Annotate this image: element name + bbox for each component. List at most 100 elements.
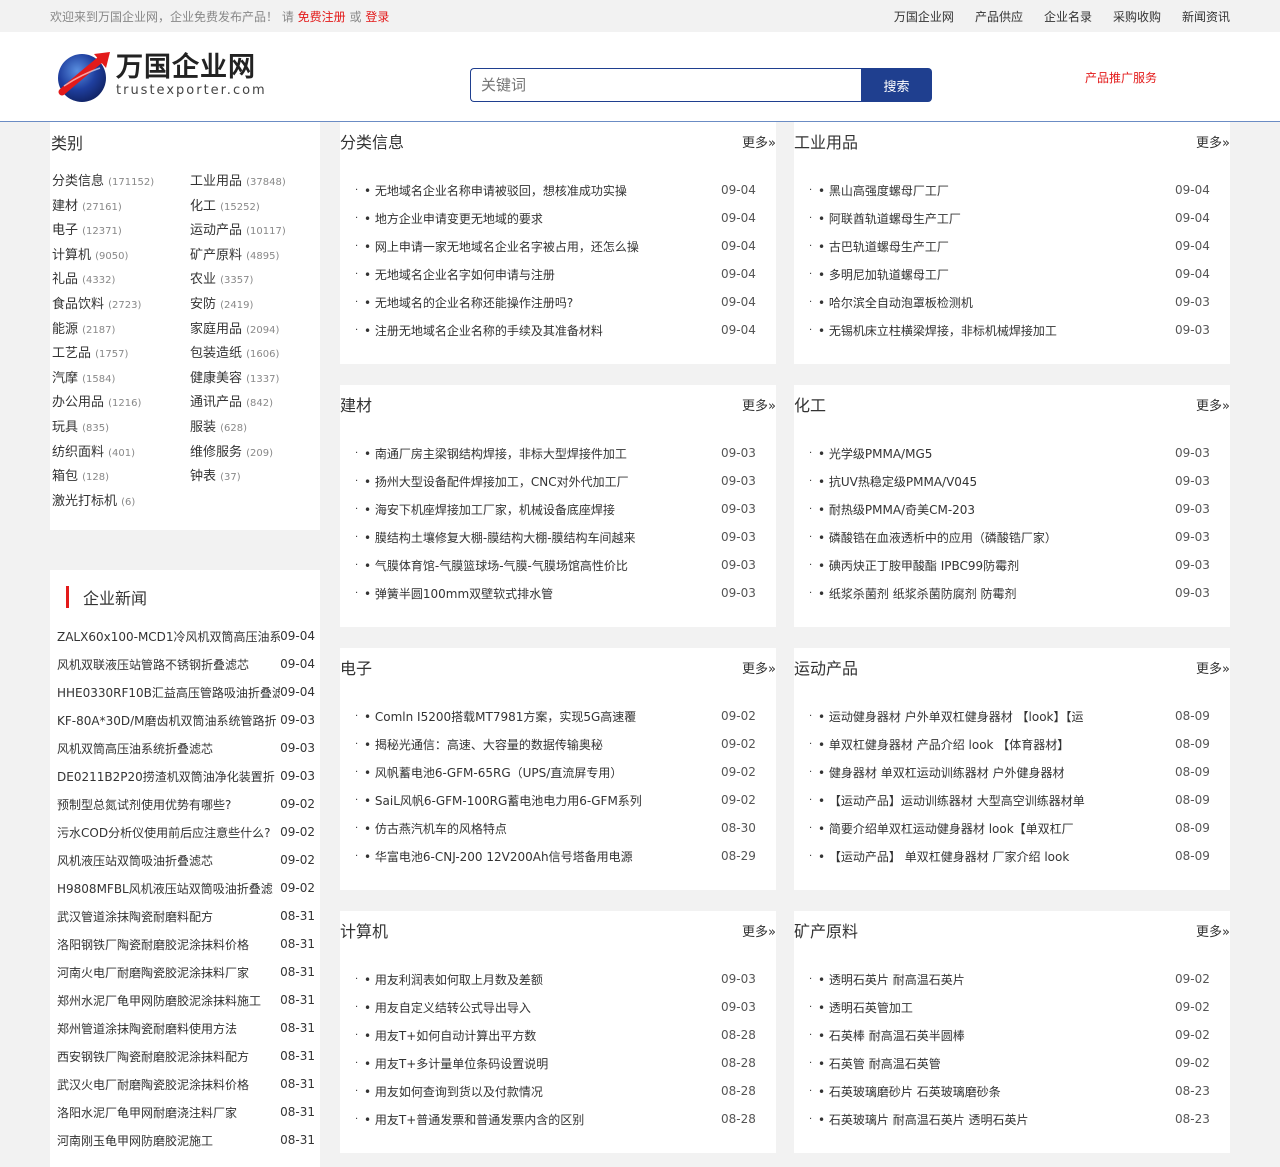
top-nav-link[interactable]: 万国企业网 [894, 8, 954, 25]
panel-item[interactable]: · • 哈尔滨全自动泡罩板检测机 09-03 [794, 288, 1230, 316]
category-item[interactable]: 计算机 (9050) [52, 244, 190, 269]
news-item[interactable]: H9808MFBL风机液压站双筒吸油折叠滤 09-02 [50, 874, 320, 902]
panel-item[interactable]: · • 黑山高强度螺母厂工厂 09-04 [794, 176, 1230, 204]
panel-item[interactable]: · • 气膜体育馆-气膜篮球场-气膜-气膜场馆高性价比 09-03 [340, 551, 776, 579]
panel-item[interactable]: · • 石英玻璃磨砂片 石英玻璃磨砂条 08-23 [794, 1077, 1230, 1105]
news-item[interactable]: KF-80A*30D/M磨齿机双筒油系统管路折 09-03 [50, 706, 320, 734]
category-item[interactable]: 办公用品 (1216) [52, 391, 190, 416]
panel-item[interactable]: · • 用友如何查询到货以及付款情况 08-28 [340, 1077, 776, 1105]
panel-item[interactable]: · • 用友自定义结转公式导出导入 09-03 [340, 993, 776, 1021]
category-item[interactable]: 电子 (12371) [52, 219, 190, 244]
panel-item[interactable]: · • 弹簧半圆100mm双壁软式排水管 09-03 [340, 579, 776, 607]
panel-item[interactable]: · • 地方企业申请变更无地域的要求 09-04 [340, 204, 776, 232]
category-item[interactable]: 矿产原料 (4895) [190, 244, 322, 269]
news-item[interactable]: 洛阳水泥厂龟甲网耐磨浇注料厂家 08-31 [50, 1098, 320, 1126]
category-item[interactable]: 服装 (628) [190, 416, 322, 441]
panel-item[interactable]: · • 透明石英管加工 09-02 [794, 993, 1230, 1021]
panel-item[interactable]: · • 多明尼加轨道螺母工厂 09-04 [794, 260, 1230, 288]
category-item[interactable]: 工业用品 (37848) [190, 170, 322, 195]
promo-service-link[interactable]: 产品推广服务 [1085, 69, 1157, 86]
panel-item[interactable]: · • 用友T+如何自动计算出平方数 08-28 [340, 1021, 776, 1049]
news-item[interactable]: 武汉管道涂抹陶瓷耐磨料配方 08-31 [50, 902, 320, 930]
panel-item[interactable]: · • 透明石英片 耐高温石英片 09-02 [794, 965, 1230, 993]
category-item[interactable]: 礼品 (4332) [52, 268, 190, 293]
panel-item[interactable]: · • 膜结构土壤修复大棚-膜结构大棚-膜结构车间越来 09-03 [340, 523, 776, 551]
login-link[interactable]: 登录 [365, 10, 389, 24]
news-item[interactable]: 河南刚玉龟甲网防磨胶泥施工 08-31 [50, 1126, 320, 1154]
site-logo[interactable]: 万国企业网 trustexporter.com [56, 48, 267, 104]
panel-item[interactable]: · • 南通厂房主梁钢结构焊接，非标大型焊接件加工 09-03 [340, 439, 776, 467]
more-link[interactable]: 更多» [1196, 132, 1230, 151]
category-item[interactable]: 运动产品 (10117) [190, 219, 322, 244]
news-item[interactable]: 风机液压站双筒吸油折叠滤芯 09-02 [50, 846, 320, 874]
register-link[interactable]: 免费注册 [298, 10, 346, 24]
panel-item[interactable]: · • 健身器材 单双杠运动训练器材 户外健身器材 08-09 [794, 758, 1230, 786]
panel-item[interactable]: · • 运动健身器材 户外单双杠健身器材 【look】【运 08-09 [794, 702, 1230, 730]
panel-item[interactable]: · • 阿联酋轨道螺母生产工厂 09-04 [794, 204, 1230, 232]
panel-item[interactable]: · • 古巴轨道螺母生产工厂 09-04 [794, 232, 1230, 260]
panel-item[interactable]: · • 网上申请一家无地域名企业名字被占用，还怎么操 09-04 [340, 232, 776, 260]
panel-item[interactable]: · • 抗UV热稳定级PMMA/V045 09-03 [794, 467, 1230, 495]
panel-item[interactable]: · • 【运动产品】 单双杠健身器材 厂家介绍 look 08-09 [794, 842, 1230, 870]
top-nav-link[interactable]: 新闻资讯 [1182, 8, 1230, 25]
category-item[interactable]: 玩具 (835) [52, 416, 190, 441]
search-input[interactable] [470, 68, 861, 102]
more-link[interactable]: 更多» [1196, 658, 1230, 677]
category-item[interactable]: 汽摩 (1584) [52, 367, 190, 392]
category-item[interactable]: 化工 (15252) [190, 195, 322, 220]
category-item[interactable]: 家庭用品 (2094) [190, 318, 322, 343]
panel-item[interactable]: · • 碘丙炔正丁胺甲酸酯 IPBC99防霉剂 09-03 [794, 551, 1230, 579]
category-item[interactable]: 通讯产品 (842) [190, 391, 322, 416]
panel-item[interactable]: · • 耐热级PMMA/奇美CM-203 09-03 [794, 495, 1230, 523]
panel-item[interactable]: · • 光学级PMMA/MG5 09-03 [794, 439, 1230, 467]
panel-item[interactable]: · • 无地域名企业名称申请被驳回，想核准成功实操 09-04 [340, 176, 776, 204]
more-link[interactable]: 更多» [742, 658, 776, 677]
panel-item[interactable]: · • 石英玻璃片 耐高温石英片 透明石英片 08-23 [794, 1105, 1230, 1133]
panel-item[interactable]: · • 无地域名的企业名称还能操作注册吗? 09-04 [340, 288, 776, 316]
category-item[interactable]: 钟表 (37) [190, 465, 322, 490]
top-nav-link[interactable]: 企业名录 [1044, 8, 1092, 25]
news-item[interactable]: DE0211B2P20捞渣机双筒油净化装置折 09-03 [50, 762, 320, 790]
more-link[interactable]: 更多» [742, 132, 776, 151]
news-item[interactable]: 郑州水泥厂龟甲网防磨胶泥涂抹料施工 08-31 [50, 986, 320, 1014]
category-item[interactable]: 工艺品 (1757) [52, 342, 190, 367]
category-item[interactable]: 能源 (2187) [52, 318, 190, 343]
category-item[interactable]: 纺织面料 (401) [52, 441, 190, 466]
search-button[interactable]: 搜索 [861, 68, 932, 102]
panel-item[interactable]: · • 纸浆杀菌剂 纸浆杀菌防腐剂 防霉剂 09-03 [794, 579, 1230, 607]
panel-item[interactable]: · • 无地域名企业名字如何申请与注册 09-04 [340, 260, 776, 288]
news-item[interactable]: 污水COD分析仪使用前后应注意些什么? 09-02 [50, 818, 320, 846]
category-item[interactable]: 分类信息 (171152) [52, 170, 190, 195]
news-item[interactable]: 洛阳钢铁厂陶瓷耐磨胶泥涂抹料价格 08-31 [50, 930, 320, 958]
panel-item[interactable]: · • 扬州大型设备配件焊接加工，CNC对外代加工厂 09-03 [340, 467, 776, 495]
news-item[interactable]: 西安钢铁厂陶瓷耐磨胶泥涂抹料配方 08-31 [50, 1042, 320, 1070]
category-item[interactable]: 食品饮料 (2723) [52, 293, 190, 318]
panel-item[interactable]: · • 仿古燕汽机车的风格特点 08-30 [340, 814, 776, 842]
more-link[interactable]: 更多» [742, 395, 776, 414]
news-item[interactable]: 武汉火电厂耐磨陶瓷胶泥涂抹料价格 08-31 [50, 1070, 320, 1098]
news-item[interactable]: 河南火电厂耐磨陶瓷胶泥涂抹料厂家 08-31 [50, 958, 320, 986]
category-item[interactable]: 包装造纸 (1606) [190, 342, 322, 367]
panel-item[interactable]: · • 石英管 耐高温石英管 09-02 [794, 1049, 1230, 1077]
news-item[interactable]: 预制型总氮试剂使用优势有哪些? 09-02 [50, 790, 320, 818]
panel-item[interactable]: · • 【运动产品】运动训练器材 大型高空训练器材单 08-09 [794, 786, 1230, 814]
panel-item[interactable]: · • 用友T+多计量单位条码设置说明 08-28 [340, 1049, 776, 1077]
panel-item[interactable]: · • 揭秘光通信：高速、大容量的数据传输奥秘 09-02 [340, 730, 776, 758]
more-link[interactable]: 更多» [1196, 921, 1230, 940]
category-item[interactable]: 农业 (3357) [190, 268, 322, 293]
more-link[interactable]: 更多» [1196, 395, 1230, 414]
category-item[interactable]: 箱包 (128) [52, 465, 190, 490]
panel-item[interactable]: · • 简要介绍单双杠运动健身器材 look【单双杠厂 08-09 [794, 814, 1230, 842]
panel-item[interactable]: · • 石英棒 耐高温石英半圆棒 09-02 [794, 1021, 1230, 1049]
category-item[interactable]: 安防 (2419) [190, 293, 322, 318]
news-item[interactable]: 风机双联液压站管路不锈钢折叠滤芯 09-04 [50, 650, 320, 678]
panel-item[interactable]: · • 华富电池6-CNJ-200 12V200Ah信号塔备用电源 08-29 [340, 842, 776, 870]
panel-item[interactable]: · • SaiL风帆6-GFM-100RG蓄电池电力用6-GFM系列 09-02 [340, 786, 776, 814]
panel-item[interactable]: · • 海安下机座焊接加工厂家，机械设备底座焊接 09-03 [340, 495, 776, 523]
category-item[interactable]: 维修服务 (209) [190, 441, 322, 466]
panel-item[interactable]: · • 磷酸锆在血液透析中的应用（磷酸锆厂家） 09-03 [794, 523, 1230, 551]
category-item[interactable]: 建材 (27161) [52, 195, 190, 220]
news-item[interactable]: 风机双筒高压油系统折叠滤芯 09-03 [50, 734, 320, 762]
category-item[interactable]: 健康美容 (1337) [190, 367, 322, 392]
panel-item[interactable]: · • 风帆蓄电池6-GFM-65RG（UPS/直流屏专用） 09-02 [340, 758, 776, 786]
